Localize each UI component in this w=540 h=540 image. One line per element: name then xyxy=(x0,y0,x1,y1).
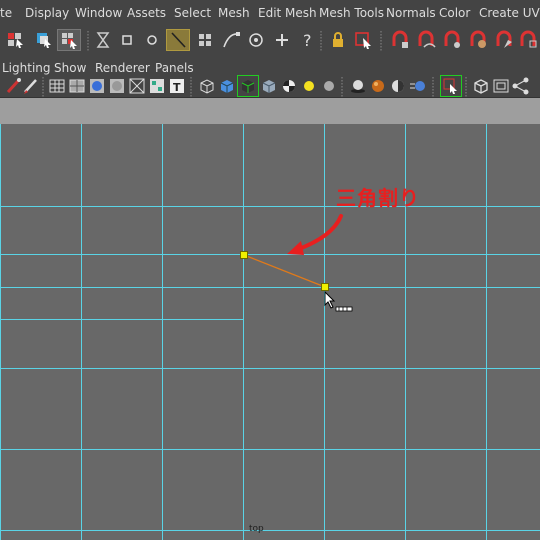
menu-edit-mesh[interactable]: Edit Mesh xyxy=(258,6,317,20)
checker-icon[interactable] xyxy=(279,76,299,96)
shadow-sphere-icon[interactable] xyxy=(348,76,368,96)
menu-normals[interactable]: Normals xyxy=(386,6,436,20)
target-icon[interactable] xyxy=(246,30,266,50)
select-by-object-icon[interactable] xyxy=(34,30,54,50)
ambient-occlusion-icon[interactable] xyxy=(368,76,388,96)
smooth-shade-icon[interactable] xyxy=(107,76,127,96)
light-grey-icon[interactable] xyxy=(319,76,339,96)
select-by-component-icon[interactable] xyxy=(57,29,81,51)
main-menubar: te Display Window Assets Select Mesh Edi… xyxy=(0,0,540,27)
svg-text:?: ? xyxy=(303,31,312,50)
top-viewport[interactable]: 三角割り top xyxy=(0,124,540,540)
cube-shaded-icon[interactable] xyxy=(217,76,237,96)
menu-mesh-tools[interactable]: Mesh Tools xyxy=(319,6,384,20)
panel-menu-renderer[interactable]: Renderer xyxy=(95,61,150,75)
question-icon[interactable]: ? xyxy=(298,30,318,50)
toolbar-separator xyxy=(380,31,382,51)
graph-nodes-icon[interactable] xyxy=(511,76,531,96)
svg-text:T: T xyxy=(173,81,181,94)
snap-grid-icon[interactable] xyxy=(390,30,410,50)
wireframe-icon[interactable] xyxy=(47,76,67,96)
toolbar-separator xyxy=(190,77,192,97)
brush-icon[interactable] xyxy=(4,76,24,96)
snap-curve-icon[interactable] xyxy=(416,30,436,50)
annotation-label: 三角割り xyxy=(336,186,420,210)
toolbar-separator xyxy=(320,31,322,51)
edge-tool-icon[interactable] xyxy=(166,29,190,51)
snap-view-icon[interactable] xyxy=(468,30,488,50)
menu-color[interactable]: Color xyxy=(439,6,470,20)
hourglass-icon[interactable] xyxy=(93,30,113,50)
tool-shelf: ? xyxy=(0,26,540,57)
grid-icon[interactable] xyxy=(195,30,215,50)
sphere-blue-icon[interactable] xyxy=(87,76,107,96)
panel-menu-show[interactable]: Show xyxy=(54,61,86,75)
snap-point-icon[interactable] xyxy=(442,30,462,50)
cube-wire-on-shaded-icon[interactable] xyxy=(237,75,259,97)
menu-display[interactable]: Display xyxy=(25,6,69,20)
red-arrow-icon xyxy=(287,214,343,255)
motion-blur-icon[interactable] xyxy=(408,76,428,96)
circle-icon[interactable] xyxy=(142,30,162,50)
square-icon[interactable] xyxy=(117,30,137,50)
viewport-header-strip xyxy=(0,98,540,124)
curve-icon[interactable] xyxy=(221,30,241,50)
snap-live-icon[interactable] xyxy=(518,30,538,50)
mouse-cursor-icon xyxy=(324,291,353,312)
menu-mesh[interactable]: Mesh xyxy=(218,6,250,20)
lock-icon[interactable] xyxy=(328,30,348,50)
texture-icon[interactable] xyxy=(147,76,167,96)
panel-toolbar: Lighting Show Renderer Panels T xyxy=(0,57,540,98)
toolbar-separator xyxy=(465,77,467,97)
xray-icon[interactable] xyxy=(127,76,147,96)
shaded-grid-icon[interactable] xyxy=(67,76,87,96)
light-yellow-icon[interactable] xyxy=(299,76,319,96)
isolate-select-icon[interactable] xyxy=(440,75,462,97)
camera-label: top xyxy=(249,524,264,534)
menu-create-uvs[interactable]: Create UVs xyxy=(479,6,540,20)
panel-layout-icon[interactable] xyxy=(491,76,511,96)
toolbar-separator xyxy=(87,31,89,51)
toolbar-separator xyxy=(432,77,434,97)
snap-surface-icon[interactable] xyxy=(494,30,514,50)
select-highlight-icon[interactable] xyxy=(354,30,374,50)
cube-textured-icon[interactable] xyxy=(259,76,279,96)
half-sphere-icon[interactable] xyxy=(388,76,408,96)
menu-assets[interactable]: Assets xyxy=(127,6,166,20)
plus-icon[interactable] xyxy=(272,30,292,50)
toolbar-separator xyxy=(42,77,44,97)
toolbar-separator xyxy=(341,77,343,97)
camera-cube-icon[interactable] xyxy=(471,76,491,96)
text-icon[interactable]: T xyxy=(167,76,187,96)
cube-wire-icon[interactable] xyxy=(197,76,217,96)
menu-select[interactable]: Select xyxy=(174,6,211,20)
select-by-hierarchy-icon[interactable] xyxy=(6,30,26,50)
menu-create[interactable]: te xyxy=(0,6,12,20)
panel-menu-lighting[interactable]: Lighting xyxy=(2,61,51,75)
menu-window[interactable]: Window xyxy=(75,6,122,20)
panel-menu-panels[interactable]: Panels xyxy=(155,61,194,75)
pen-icon[interactable] xyxy=(22,76,42,96)
